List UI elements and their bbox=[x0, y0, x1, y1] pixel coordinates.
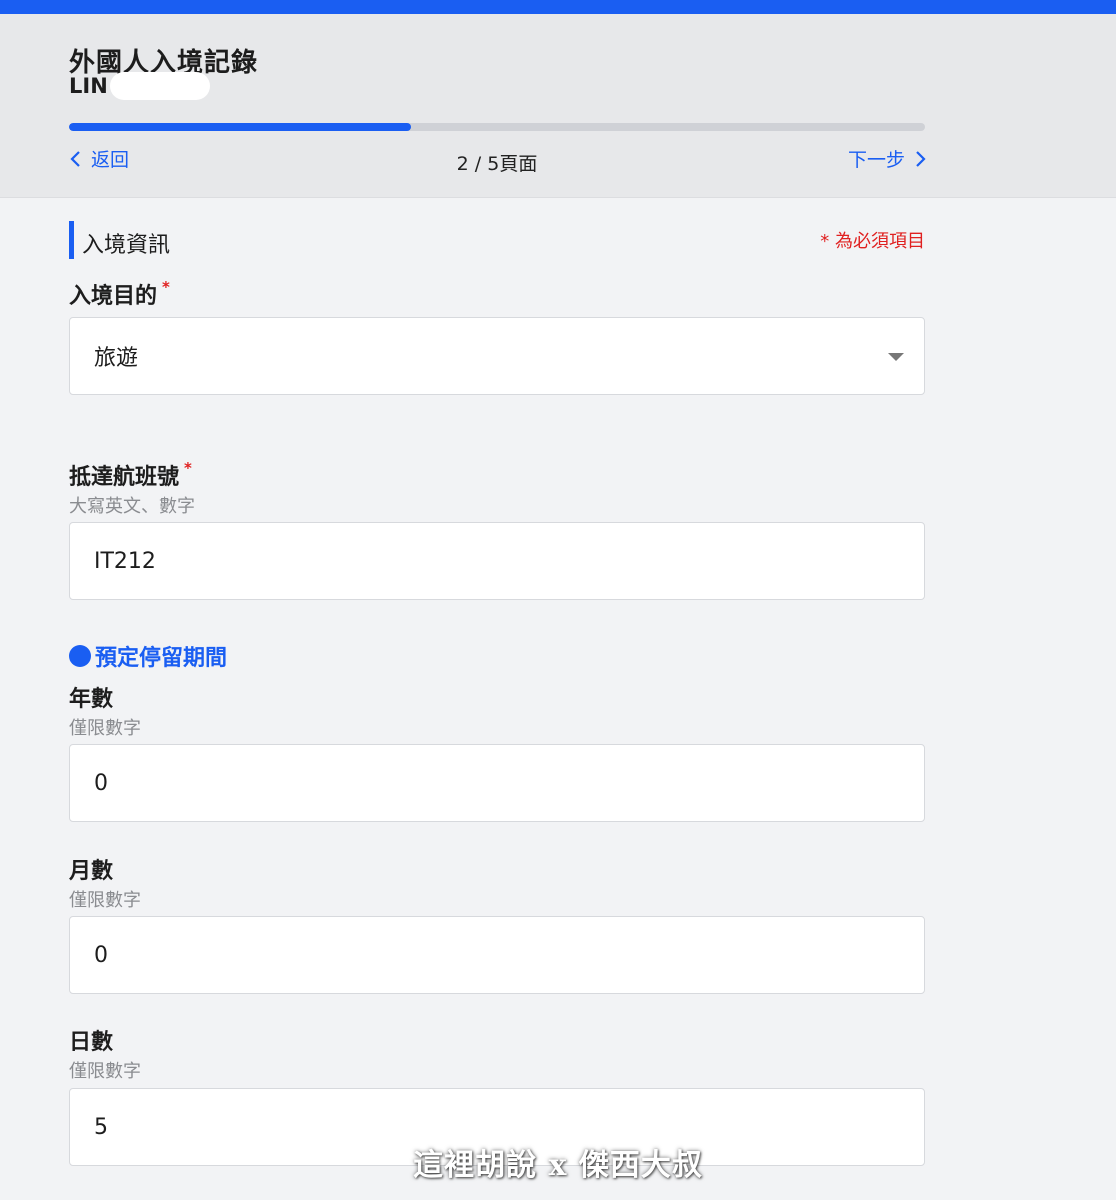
required-note: * 為必須項目 bbox=[820, 231, 925, 252]
section-header: 入境資訊 * 為必須項目 bbox=[69, 221, 925, 259]
years-input[interactable]: 0 bbox=[69, 744, 925, 822]
required-star: * bbox=[184, 459, 192, 477]
years-label: 年數 bbox=[69, 687, 114, 712]
traveler-name-row: LIN bbox=[69, 72, 210, 100]
stay-period-header: 預定停留期間 bbox=[69, 640, 227, 672]
days-label: 日數 bbox=[69, 1030, 114, 1055]
months-value: 0 bbox=[94, 942, 108, 968]
purpose-label: 入境目的 * bbox=[69, 278, 170, 310]
flight-label-text: 抵達航班號 bbox=[69, 465, 180, 490]
days-value: 5 bbox=[94, 1114, 108, 1140]
years-hint: 僅限數字 bbox=[69, 718, 141, 739]
purpose-label-text: 入境目的 bbox=[69, 284, 158, 309]
top-accent-bar bbox=[0, 0, 1116, 14]
section-title: 入境資訊 bbox=[82, 233, 171, 258]
flight-number-input[interactable]: IT212 bbox=[69, 522, 925, 600]
flight-hint: 大寫英文、數字 bbox=[69, 496, 195, 517]
step-navigation: 返回 2 / 5頁面 下一步 bbox=[69, 145, 927, 175]
section-accent-bar bbox=[69, 221, 74, 259]
months-label: 月數 bbox=[69, 859, 114, 884]
dropdown-caret-icon bbox=[888, 353, 904, 361]
flight-value: IT212 bbox=[94, 548, 156, 574]
purpose-value: 旅遊 bbox=[94, 346, 139, 371]
flight-label: 抵達航班號 * bbox=[69, 459, 192, 491]
name-redaction bbox=[109, 72, 210, 100]
purpose-select[interactable]: 旅遊 bbox=[69, 317, 925, 395]
traveler-name: LIN bbox=[69, 74, 108, 98]
chevron-right-icon bbox=[916, 150, 926, 167]
stay-period-title: 預定停留期間 bbox=[95, 646, 228, 671]
years-value: 0 bbox=[94, 770, 108, 796]
days-hint: 僅限數字 bbox=[69, 1061, 141, 1082]
next-button[interactable]: 下一步 bbox=[848, 145, 927, 172]
progress-fill bbox=[69, 123, 412, 131]
months-hint: 僅限數字 bbox=[69, 890, 141, 911]
page-header: 外國人入境記錄 LIN 返回 2 / 5頁面 下一步 bbox=[0, 14, 1116, 198]
bullet-dot-icon bbox=[69, 645, 91, 667]
watermark: 這裡胡說 x 傑西大叔 bbox=[413, 1148, 703, 1183]
months-input[interactable]: 0 bbox=[69, 916, 925, 994]
next-label: 下一步 bbox=[847, 149, 905, 171]
progress-bar bbox=[69, 123, 925, 131]
page-indicator: 2 / 5頁面 bbox=[456, 153, 538, 175]
required-star: * bbox=[162, 278, 170, 296]
